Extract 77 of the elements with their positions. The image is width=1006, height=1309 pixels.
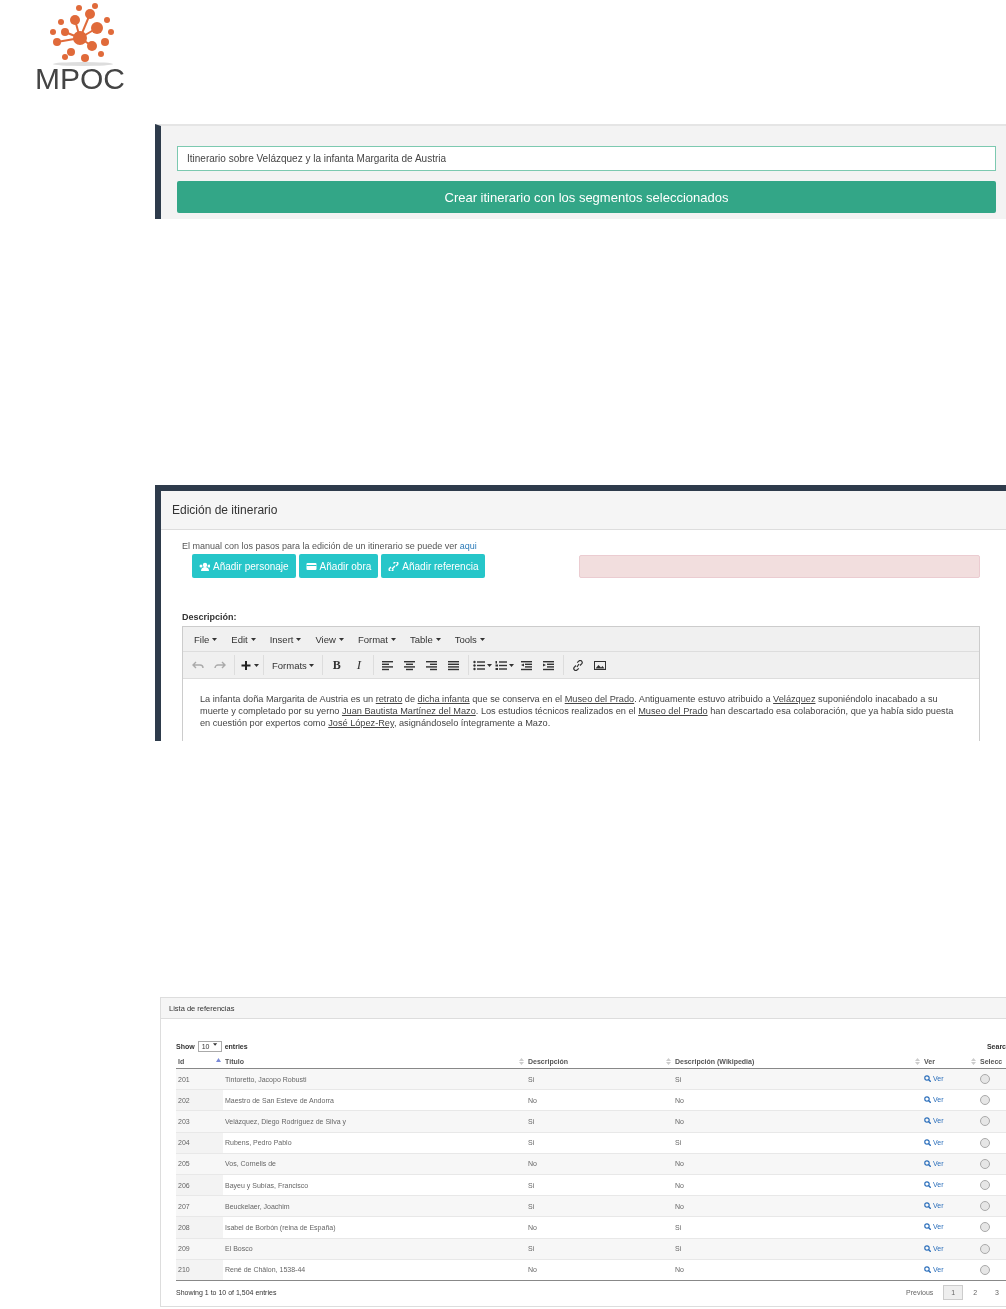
link[interactable]: Velázquez: [773, 694, 816, 704]
manual-text: El manual con los pasos para la edición de un itinerario se puede ver aqui: [182, 541, 478, 551]
link[interactable]: retrato: [375, 694, 403, 704]
menu-item[interactable]: File: [187, 633, 225, 645]
search-icon: [924, 1202, 931, 1210]
align-left-icon: [381, 659, 394, 671]
search-icon: [924, 1096, 931, 1104]
radio-button[interactable]: [980, 1222, 990, 1233]
link[interactable]: Juan Bautista Martínez del Mazo: [341, 706, 476, 716]
sort-ascending-icon[interactable]: [216, 1058, 221, 1065]
link-icon: [571, 659, 584, 671]
formats-dropdown[interactable]: Formats: [267, 655, 319, 675]
caret-icon: [212, 637, 218, 641]
radio-button[interactable]: [980, 1243, 990, 1254]
link-icon: [388, 561, 400, 571]
radio-button[interactable]: [980, 1264, 990, 1275]
justify-icon: [447, 659, 460, 671]
caret-icon: [338, 637, 344, 641]
link[interactable]: dicha infanta: [417, 694, 470, 704]
caret-icon: [308, 663, 314, 667]
align-center-icon: [403, 659, 416, 671]
search-icon: [924, 1223, 931, 1231]
caret-icon: [390, 637, 396, 641]
search-icon: [924, 1075, 931, 1083]
sort-icon[interactable]: [666, 1058, 671, 1065]
bold-button[interactable]: B: [325, 655, 348, 675]
italic-button[interactable]: I: [347, 655, 370, 675]
menu-item[interactable]: Edit: [224, 633, 263, 645]
menu-item[interactable]: Tools: [447, 633, 492, 645]
radio-button[interactable]: [980, 1137, 990, 1148]
link[interactable]: Museo del Prado: [638, 706, 708, 716]
search-icon: [924, 1244, 931, 1252]
caret-icon: [250, 637, 256, 641]
menu-item[interactable]: Format: [350, 633, 403, 645]
radio-button[interactable]: [980, 1180, 990, 1191]
caret-icon: [509, 663, 515, 667]
image-icon: [593, 659, 606, 671]
radio-button[interactable]: [980, 1158, 990, 1169]
undo-icon: [192, 659, 204, 671]
search-icon: [924, 1265, 931, 1273]
caret-icon: [296, 637, 302, 641]
caret-icon: [253, 663, 259, 667]
sort-icon[interactable]: [519, 1058, 524, 1065]
radio-button[interactable]: [980, 1116, 990, 1127]
description-label: Descripción:: [182, 612, 238, 622]
bullet-list-icon: [473, 659, 486, 671]
search-icon: [924, 1181, 931, 1189]
caret-icon: [487, 663, 493, 667]
plus-icon: [239, 659, 252, 671]
card-icon: [305, 561, 317, 571]
people-icon: [199, 561, 210, 571]
menu-item[interactable]: View: [308, 633, 351, 645]
logo-text: MPOC: [35, 64, 125, 94]
radio-button[interactable]: [980, 1201, 990, 1212]
search-icon: [924, 1159, 931, 1167]
numbered-list-icon: [495, 659, 508, 671]
caret-icon: [435, 637, 441, 641]
menu-item[interactable]: Insert: [262, 633, 309, 645]
align-right-icon: [425, 659, 438, 671]
search-icon: [924, 1138, 931, 1146]
indent-icon: [542, 659, 555, 671]
sort-icon[interactable]: [971, 1058, 976, 1065]
sort-icon[interactable]: [915, 1058, 920, 1065]
redo-icon: [214, 659, 226, 671]
link[interactable]: José López-Rey: [328, 718, 394, 728]
menu-item[interactable]: Table: [402, 633, 448, 645]
title-field[interactable]: Itinerario sobre Velázquez y la infanta Margarita de Austria: [177, 146, 996, 171]
radio-button[interactable]: [980, 1095, 990, 1106]
text-editor[interactable]: [182, 626, 980, 741]
panel-heading: Edición de itinerario: [161, 491, 1006, 530]
editor-text: La infanta doña Margarita de Austria es un retrato de dicha infanta que se conserva en el Museo del Prado. Antiguamente estuvo atribuido a Velázquez suponiéndolo inacabado a su muerte y completado por su yerno Juan Bautista Martínez del Mazo. Los estudios técnicos realizados en el Museo del Prado han descartado esa colaboración, que ya había sido puesta en cuestión por expertos como José López-Rey, asignándoselo íntegramente a Mazo.: [199, 693, 955, 729]
caret-icon: [213, 1042, 218, 1046]
outdent-icon: [520, 659, 533, 671]
radio-button[interactable]: [980, 1074, 990, 1085]
manual-link[interactable]: aqui: [459, 541, 477, 551]
caret-icon: [479, 637, 485, 641]
search-icon: [924, 1117, 931, 1125]
